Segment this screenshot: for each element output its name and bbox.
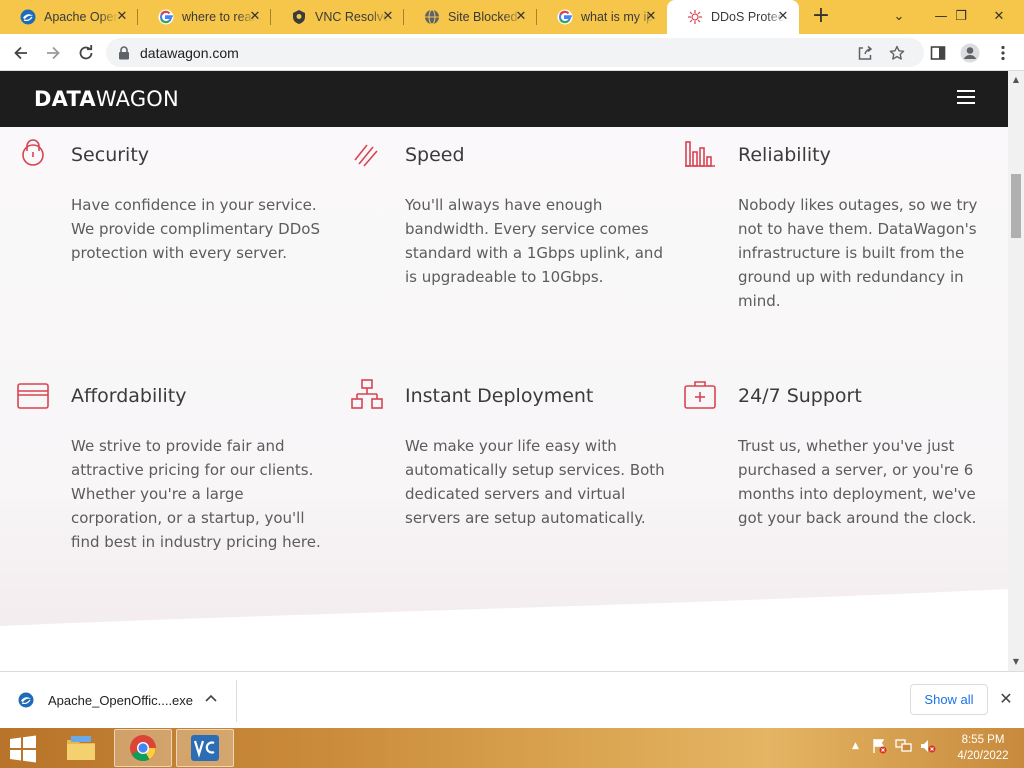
downloads-shelf: Apache_OpenOffic....exe Show all ✕ [0, 671, 1024, 728]
globe-icon [424, 9, 440, 25]
openoffice-icon [18, 692, 34, 708]
taskbar-clock[interactable]: 8:55 PM 4/20/2022 [950, 732, 1016, 764]
taskbar-vnc-viewer[interactable] [176, 729, 234, 767]
feature-title: Instant Deployment [405, 385, 594, 407]
reload-icon [79, 45, 93, 60]
clock-date: 4/20/2022 [957, 750, 1009, 762]
tab-title: DDoS Protection [711, 10, 785, 24]
datawagon-icon [687, 9, 703, 25]
download-item[interactable]: Apache_OpenOffic....exe [18, 689, 193, 711]
site-navbar: DATAWAGON [0, 71, 1008, 127]
windows-start-icon[interactable] [8, 735, 38, 763]
side-panel-icon [930, 46, 946, 60]
forward-arrow-icon [47, 46, 60, 60]
feature-title: 24/7 Support [738, 385, 862, 407]
close-tab-icon[interactable]: ✕ [775, 9, 791, 25]
share-icon[interactable] [856, 44, 874, 62]
first-aid-kit-icon [684, 381, 716, 409]
action-center-flag-icon[interactable] [871, 738, 887, 754]
kebab-menu-icon [1001, 45, 1005, 61]
lock-icon [22, 139, 44, 166]
reload-button[interactable] [73, 40, 99, 66]
browser-toolbar: datawagon.com [0, 34, 1024, 71]
tab-what-is-my-ip[interactable]: what is my ip ✕ [537, 0, 667, 34]
page-viewport: DATAWAGON Security Have confidence in yo… [0, 71, 1008, 671]
scroll-up-arrow-icon[interactable]: ▲ [1008, 73, 1024, 87]
feature-title: Affordability [71, 385, 187, 407]
avatar-icon [960, 43, 980, 63]
chevron-up-icon[interactable] [205, 692, 217, 705]
speed-icon [354, 144, 378, 167]
windows-taskbar: ▲ 8:55 PM 4/20/2022 [0, 728, 1024, 768]
scrollbar-thumb[interactable] [1011, 174, 1021, 238]
openoffice-icon [20, 9, 36, 25]
browser-menu-button[interactable] [990, 40, 1016, 66]
tab-title: where to read [182, 10, 256, 24]
system-tray: ▲ [852, 738, 937, 754]
back-arrow-icon [14, 46, 27, 60]
bookmark-star-icon[interactable] [888, 44, 906, 62]
taskbar-chrome[interactable] [114, 729, 172, 767]
hamburger-menu-icon[interactable] [957, 90, 975, 104]
profile-button[interactable] [957, 40, 983, 66]
feature-title: Speed [405, 144, 465, 166]
network-icon[interactable] [895, 738, 913, 754]
tab-strip: Apache OpenOffice ✕ where to read ✕ VNC … [0, 0, 1024, 34]
new-tab-button[interactable]: + [808, 4, 834, 30]
show-all-button[interactable]: Show all [910, 684, 988, 715]
close-tab-icon[interactable]: ✕ [114, 9, 130, 25]
chrome-icon [130, 735, 156, 762]
lock-icon[interactable] [118, 45, 130, 64]
tab-apache-openoffice[interactable]: Apache OpenOffice ✕ [0, 0, 138, 34]
url-text[interactable]: datawagon.com [140, 45, 239, 61]
feature-description: Nobody likes outages, so we try not to h… [738, 196, 978, 310]
taskbar-file-explorer[interactable] [52, 729, 110, 767]
vnc-viewer-icon [191, 735, 219, 761]
feature-description: You'll always have enough bandwidth. Eve… [405, 196, 663, 286]
feature-title: Security [71, 144, 150, 166]
show-hidden-icons-icon[interactable]: ▲ [852, 741, 859, 751]
file-explorer-icon [67, 736, 95, 760]
side-panel-button[interactable] [925, 40, 951, 66]
download-file-name: Apache_OpenOffic....exe [48, 692, 194, 708]
scroll-down-arrow-icon[interactable]: ▼ [1008, 655, 1024, 669]
vnc-resolver-icon [291, 9, 307, 25]
tab-search-chevron-icon[interactable]: ⌄ [882, 0, 916, 34]
close-tab-icon[interactable]: ✕ [380, 9, 396, 25]
feature-description: Trust us, whether you've just purchased … [738, 437, 977, 527]
tab-where-to-read[interactable]: where to read ✕ [138, 0, 271, 34]
feature-description: We strive to provide fair and attractive… [71, 437, 321, 551]
feature-description: We make your life easy with automaticall… [405, 437, 665, 527]
tab-title: Site Blocked [448, 10, 518, 24]
close-tab-icon[interactable]: ✕ [643, 9, 659, 25]
clock-time: 8:55 PM [961, 734, 1005, 746]
close-window-button[interactable]: ✕ [982, 0, 1016, 34]
restore-button[interactable]: ❐ [944, 0, 978, 34]
close-tab-icon[interactable]: ✕ [513, 9, 529, 25]
section-divider-wave [0, 589, 1008, 671]
credit-card-icon [17, 383, 49, 409]
address-bar[interactable]: datawagon.com [106, 38, 924, 67]
datawagon-logo[interactable]: DATAWAGON [34, 87, 179, 111]
back-button[interactable] [8, 40, 34, 66]
google-icon [557, 9, 573, 25]
feature-title: Reliability [738, 144, 831, 166]
speaker-muted-icon[interactable] [919, 738, 937, 754]
tab-title: VNC Resolver [315, 10, 389, 24]
close-tab-icon[interactable]: ✕ [247, 9, 263, 25]
tab-vnc-resolver[interactable]: VNC Resolver ✕ [271, 0, 404, 34]
tab-ddos-protection[interactable]: DDoS Protection ✕ [667, 0, 799, 34]
feature-description: Have confidence in your service. We prov… [71, 196, 320, 262]
google-icon [158, 9, 174, 25]
tab-site-blocked[interactable]: Site Blocked ✕ [404, 0, 537, 34]
forward-button[interactable] [40, 40, 66, 66]
bar-chart-icon [685, 141, 715, 167]
close-shelf-icon[interactable]: ✕ [997, 689, 1015, 709]
network-icon [351, 379, 383, 409]
vertical-scrollbar[interactable]: ▲ ▼ [1008, 71, 1024, 671]
tab-title: Apache OpenOffice [44, 10, 118, 24]
